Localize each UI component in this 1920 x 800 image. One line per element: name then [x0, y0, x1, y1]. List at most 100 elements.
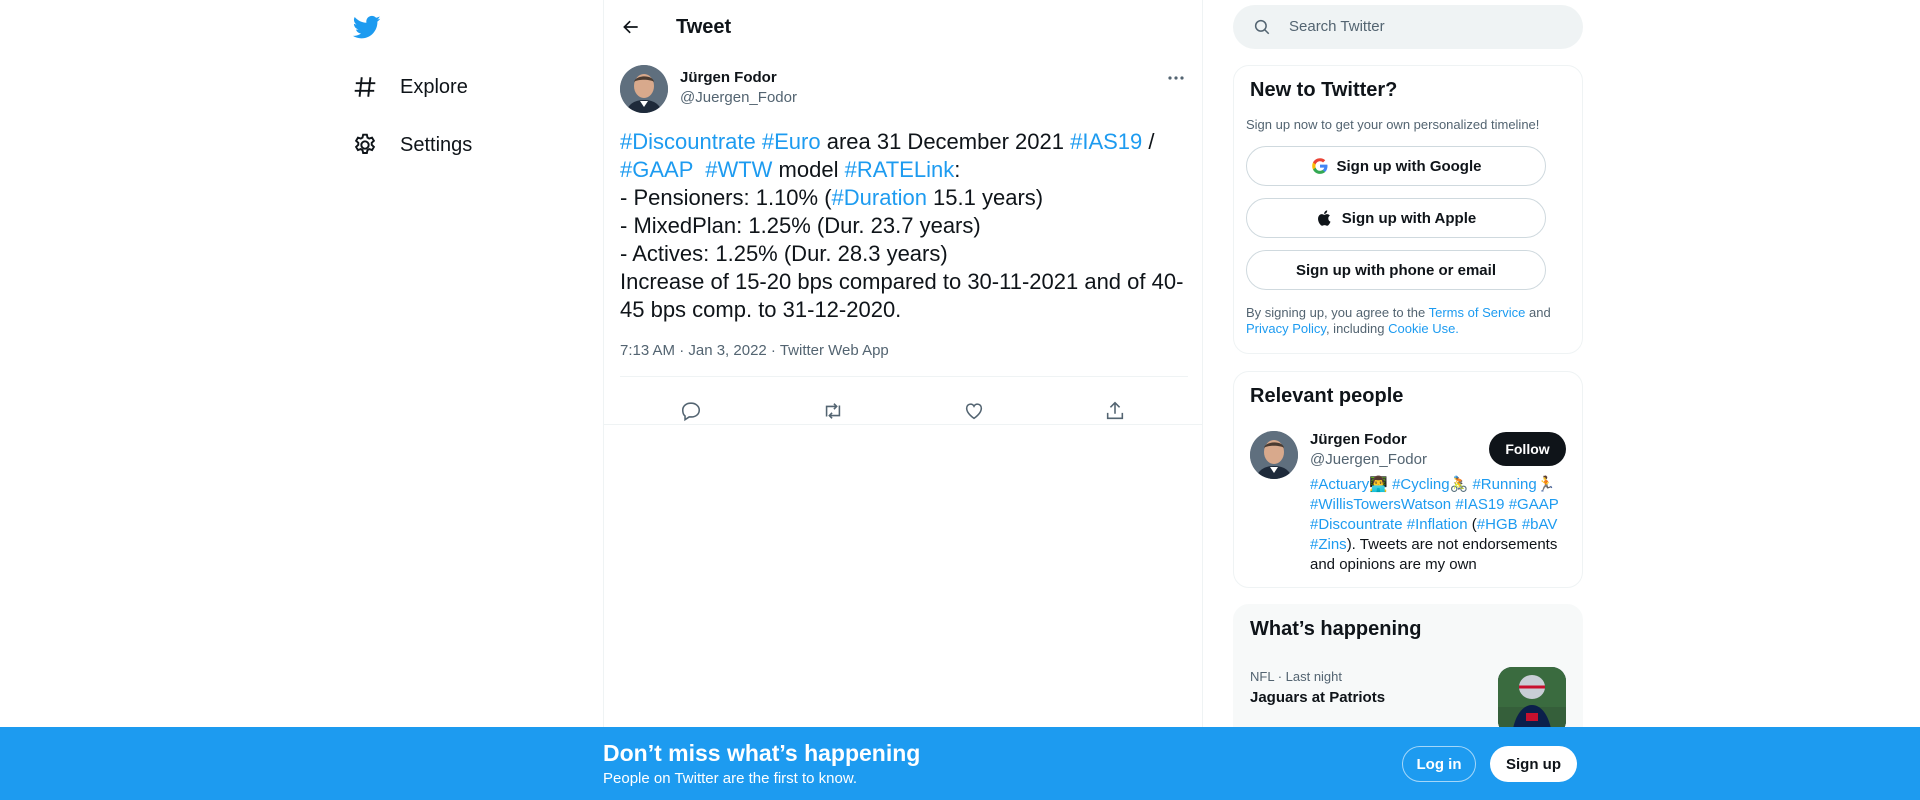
divider: [604, 424, 1203, 425]
emoji: 👨‍💻: [1369, 476, 1388, 493]
hashtag-link[interactable]: #WillisTowersWatson: [1310, 496, 1451, 513]
nav-item-settings[interactable]: Settings: [352, 121, 472, 169]
main-column: Tweet Jürgen Fodor @Juergen_Fodor #Disco…: [603, 0, 1203, 800]
tweet-line: - Pensioners: 1.10% (#Duration 15.1 year…: [620, 184, 1190, 212]
apple-icon: [1317, 210, 1331, 226]
card-title: New to Twitter?: [1250, 79, 1398, 101]
tweet-text: #Discountrate #Euro area 31 December 202…: [620, 128, 1190, 324]
trend-thumbnail[interactable]: [1498, 667, 1566, 735]
whats-happening-card: What’s happening NFL · Last night Jaguar…: [1233, 604, 1583, 744]
button-label: Sign up with Google: [1336, 157, 1482, 175]
hashtag-link[interactable]: #Duration: [832, 185, 927, 210]
hashtag-link[interactable]: #Zins: [1310, 536, 1347, 553]
twitter-logo-icon[interactable]: [352, 13, 382, 41]
hashtag-link[interactable]: #Running: [1472, 476, 1536, 493]
bio-line: #Zins). Tweets are not endorsements and …: [1310, 535, 1572, 575]
hashtag-link[interactable]: #bAV: [1522, 516, 1558, 533]
emoji: 🏃: [1536, 476, 1556, 493]
author-handle[interactable]: @Juergen_Fodor: [680, 89, 797, 106]
retweet-icon[interactable]: [822, 400, 846, 424]
google-signup-button[interactable]: Sign up with Google: [1246, 146, 1546, 186]
person-handle[interactable]: @Juergen_Fodor: [1310, 451, 1427, 468]
emoji: 🚴: [1449, 476, 1469, 493]
hashtag-link[interactable]: #WTW: [705, 157, 772, 182]
hashtag-link[interactable]: #HGB: [1477, 516, 1518, 533]
follow-button[interactable]: Follow: [1489, 432, 1566, 466]
trend-meta: NFL · Last night: [1250, 669, 1343, 684]
hashtag-icon: [354, 77, 376, 97]
banner-subtitle: People on Twitter are the first to know.: [603, 770, 858, 787]
cookie-link[interactable]: Cookie Use.: [1388, 321, 1459, 336]
avatar[interactable]: [1250, 431, 1298, 479]
page-title: Tweet: [676, 16, 732, 38]
terms-link[interactable]: Terms of Service: [1429, 305, 1526, 320]
google-icon: [1311, 158, 1327, 174]
hashtag-link[interactable]: #Actuary: [1310, 476, 1369, 493]
nav-item-label: Settings: [400, 133, 473, 156]
tweet-line: - MixedPlan: 1.25% (Dur. 23.7 years): [620, 213, 981, 238]
hashtag-link[interactable]: #Euro: [762, 129, 821, 154]
back-arrow-icon[interactable]: [616, 12, 646, 42]
hashtag-link[interactable]: #RATELink: [845, 157, 955, 182]
share-icon[interactable]: [1104, 400, 1128, 424]
tweet-text-fragment: :: [954, 157, 961, 182]
tweet-text-fragment: area 31 December 2021: [820, 129, 1071, 154]
tweet-text-fragment: [693, 157, 705, 182]
legal-text: By signing up, you agree to the Terms of…: [1246, 305, 1566, 337]
reply-icon[interactable]: [680, 400, 704, 424]
hashtag-link[interactable]: #Cycling: [1392, 476, 1450, 493]
tweet-timestamp[interactable]: 7:13 AM · Jan 3, 2022 · Twitter Web App: [620, 342, 889, 359]
tweet-line: #Discountrate #Euro area 31 December 202…: [620, 128, 1190, 156]
bio-line: #Discountrate #Inflation (#HGB #bAV: [1310, 515, 1572, 535]
card-title: Relevant people: [1250, 385, 1404, 407]
hashtag-link[interactable]: #GAAP: [1509, 496, 1559, 513]
phone-email-signup-button[interactable]: Sign up with phone or email: [1246, 250, 1546, 290]
search-icon: [1254, 19, 1270, 35]
search-input[interactable]: Search Twitter: [1233, 5, 1583, 49]
tweet-text-fragment: - Pensioners: 1.10% (: [620, 185, 832, 210]
nav-item-explore[interactable]: Explore: [352, 63, 468, 111]
page-header: Tweet: [604, 0, 1204, 53]
login-button[interactable]: Log in: [1402, 746, 1476, 782]
bio-line: #WillisTowersWatson #IAS19 #GAAP: [1310, 495, 1572, 515]
apple-signup-button[interactable]: Sign up with Apple: [1246, 198, 1546, 238]
tweet-line: - Actives: 1.25% (Dur. 28.3 years): [620, 241, 948, 266]
search-placeholder: Search Twitter: [1289, 18, 1385, 35]
person-bio: #Actuary👨‍💻 #Cycling🚴 #Running🏃 #WillisT…: [1310, 475, 1572, 575]
tweet-line: #GAAP #WTW model #RATELink:: [620, 156, 1190, 184]
card-title: What’s happening: [1250, 618, 1422, 640]
gear-icon: [354, 133, 376, 154]
signup-banner: Don’t miss what’s happening People on Tw…: [0, 727, 1920, 800]
banner-title: Don’t miss what’s happening: [603, 740, 921, 766]
hashtag-link[interactable]: #IAS19: [1070, 129, 1142, 154]
legal-fragment: and: [1525, 305, 1551, 320]
relevant-people-card: Relevant people Jürgen Fodor @Juergen_Fo…: [1233, 371, 1583, 588]
hashtag-link[interactable]: #Discountrate: [620, 129, 756, 154]
hashtag-link[interactable]: #GAAP: [620, 157, 693, 182]
hashtag-link[interactable]: #Inflation: [1407, 516, 1468, 533]
legal-fragment: By signing up, you agree to the: [1246, 305, 1429, 320]
more-options-icon[interactable]: [1164, 66, 1188, 90]
privacy-link[interactable]: Privacy Policy: [1246, 321, 1326, 336]
bio-line: #Actuary👨‍💻 #Cycling🚴 #Running🏃: [1310, 475, 1572, 495]
person-name[interactable]: Jürgen Fodor: [1310, 431, 1407, 448]
divider: [620, 376, 1188, 377]
like-heart-icon[interactable]: [963, 400, 987, 424]
hashtag-link[interactable]: #Discountrate: [1310, 516, 1403, 533]
signup-button[interactable]: Sign up: [1490, 746, 1577, 782]
tweet-line: Increase of 15-20 bps compared to 30-11-…: [620, 269, 1184, 322]
author-name[interactable]: Jürgen Fodor: [680, 69, 777, 86]
legal-fragment: , including: [1325, 321, 1389, 336]
nav-item-label: Explore: [400, 75, 468, 98]
new-to-twitter-card: New to Twitter? Sign up now to get your …: [1233, 65, 1583, 354]
tweet-actions: [604, 388, 1204, 436]
tweet-text-fragment: /: [1142, 129, 1155, 154]
bio-fragment: ). Tweets are not endorsements and opini…: [1310, 536, 1558, 573]
trend-title[interactable]: Jaguars at Patriots: [1250, 689, 1385, 706]
avatar[interactable]: [620, 65, 668, 113]
hashtag-link[interactable]: #IAS19: [1455, 496, 1504, 513]
bio-fragment: (: [1467, 516, 1477, 533]
button-label: Sign up with phone or email: [1295, 261, 1496, 279]
button-label: Sign up with Apple: [1341, 209, 1477, 227]
tweet-text-fragment: model: [772, 157, 845, 182]
